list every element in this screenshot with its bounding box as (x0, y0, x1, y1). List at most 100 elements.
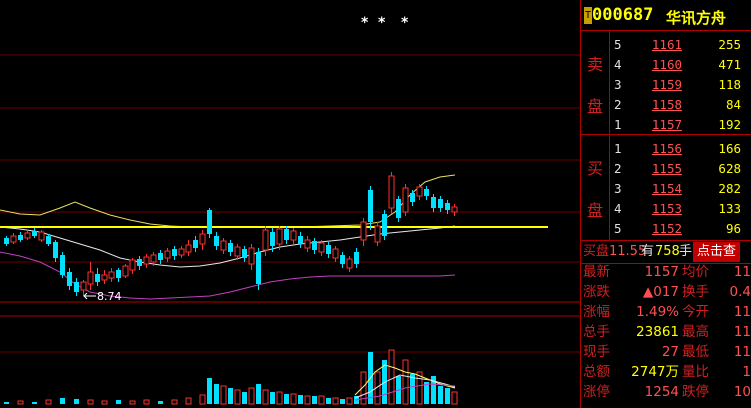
stock-code[interactable]: 000687 (592, 5, 653, 25)
bid-price[interactable]: 1152 (636, 219, 682, 239)
ask-price[interactable]: 1160 (636, 55, 682, 75)
ask-row[interactable]: 5 1161 255 (611, 35, 751, 55)
quote-value: 1254 (644, 384, 679, 400)
candle-body (416, 186, 423, 197)
ask-volume: 118 (718, 77, 741, 92)
volume-bar (445, 388, 450, 404)
candle-body (150, 254, 157, 263)
candle-body (129, 259, 136, 271)
stock-name[interactable]: 华讯方舟 (666, 7, 726, 28)
volume-bar (17, 400, 24, 405)
candle-body (382, 214, 387, 236)
bid-price[interactable]: 1156 (636, 139, 682, 159)
volume-bar (388, 349, 395, 405)
bid-price[interactable]: 1153 (636, 199, 682, 219)
candle-body (95, 274, 100, 282)
ask-level: 5 (614, 37, 622, 52)
bid-volume: 96 (725, 221, 741, 236)
volume-bar (332, 397, 339, 405)
candle-body (242, 249, 247, 258)
bid-level: 5 (614, 221, 622, 236)
volume-bar (346, 397, 353, 405)
volume-bar (60, 398, 65, 404)
volume-bar (242, 392, 247, 404)
volume-bar (4, 402, 9, 404)
volume-bar (171, 399, 178, 405)
volume-bar (214, 384, 219, 404)
candle-body (158, 253, 163, 260)
candle-body (228, 243, 233, 252)
ask-row[interactable]: 4 1160 471 (611, 55, 751, 75)
candle-body (214, 236, 219, 246)
bid-summary: 买盘 11.55 有 758 手 点击查 (581, 240, 751, 264)
bid-price[interactable]: 1155 (636, 159, 682, 179)
click-query-button[interactable]: 点击查 (693, 242, 741, 262)
ask-price[interactable]: 1161 (636, 35, 682, 55)
bid-volume: 166 (718, 141, 741, 156)
ask-volume: 84 (725, 97, 741, 112)
ask-row[interactable]: 3 1159 118 (611, 75, 751, 95)
ask-level: 3 (614, 77, 622, 92)
bid-row[interactable]: 5 1152 96 (611, 219, 751, 239)
candle-body (304, 239, 311, 249)
bid-price[interactable]: 1154 (636, 179, 682, 199)
quote-label: 最低 (682, 344, 709, 360)
candle-body (318, 242, 325, 253)
candle-body (445, 203, 450, 210)
bid-row[interactable]: 3 1154 282 (611, 179, 751, 199)
candle-body (53, 242, 58, 258)
candle-body (298, 236, 303, 244)
ask-price[interactable]: 1159 (636, 75, 682, 95)
volume-bar (143, 399, 150, 405)
marker-1: * (361, 15, 369, 31)
bid-row[interactable]: 1 1156 166 (611, 139, 751, 159)
candle-body (116, 270, 121, 278)
quote-value: 11 (733, 344, 751, 360)
kline-chart[interactable]: * * * 8.74 (0, 0, 580, 408)
volume-bar (438, 386, 443, 404)
volume-bar (158, 401, 163, 404)
candle-body (18, 235, 23, 240)
quote-value: 1157 (644, 264, 679, 280)
quote-label: 均价 (682, 264, 709, 280)
low-price-label: 8.74 (97, 290, 122, 303)
candle-body (354, 252, 359, 264)
candle-body (122, 265, 129, 277)
candle-body (284, 229, 289, 240)
volume-bar (199, 394, 206, 405)
candle-body (185, 244, 192, 253)
candle-body (207, 210, 212, 234)
candle-body (80, 281, 87, 291)
volume-bars (4, 349, 458, 405)
volume-bar (207, 378, 212, 404)
ask-row[interactable]: 2 1158 84 (611, 95, 751, 115)
ask-row[interactable]: 1 1157 192 (611, 115, 751, 135)
candle-body (101, 274, 108, 281)
candle-body (340, 255, 345, 264)
bid-volume: 133 (718, 201, 741, 216)
ask-price[interactable]: 1158 (636, 95, 682, 115)
ask-volume: 471 (718, 57, 741, 72)
ask-price[interactable]: 1157 (636, 115, 682, 135)
volume-bar (129, 400, 136, 405)
volume-bar (284, 394, 289, 404)
bid-row[interactable]: 4 1153 133 (611, 199, 751, 219)
stock-tag-badge: T (584, 7, 592, 24)
buy-label-1: 买 (586, 159, 603, 178)
quote-value: 11 (733, 324, 751, 340)
volume-bar (304, 395, 311, 405)
bid-row[interactable]: 2 1155 628 (611, 159, 751, 179)
quote-value: 1 (742, 364, 751, 380)
candle-body (276, 228, 283, 245)
quote-value: 11 (733, 264, 751, 280)
volume-bar (185, 397, 192, 405)
bid-summary-label: 买盘 (583, 244, 610, 259)
ask-volume: 192 (718, 117, 741, 132)
candle-body (193, 240, 198, 248)
candle-body (256, 252, 261, 284)
candle-body (270, 232, 275, 246)
volume-bar (248, 387, 255, 405)
candle-body (10, 235, 17, 243)
candle-body (424, 189, 429, 196)
candle-body (143, 256, 150, 265)
